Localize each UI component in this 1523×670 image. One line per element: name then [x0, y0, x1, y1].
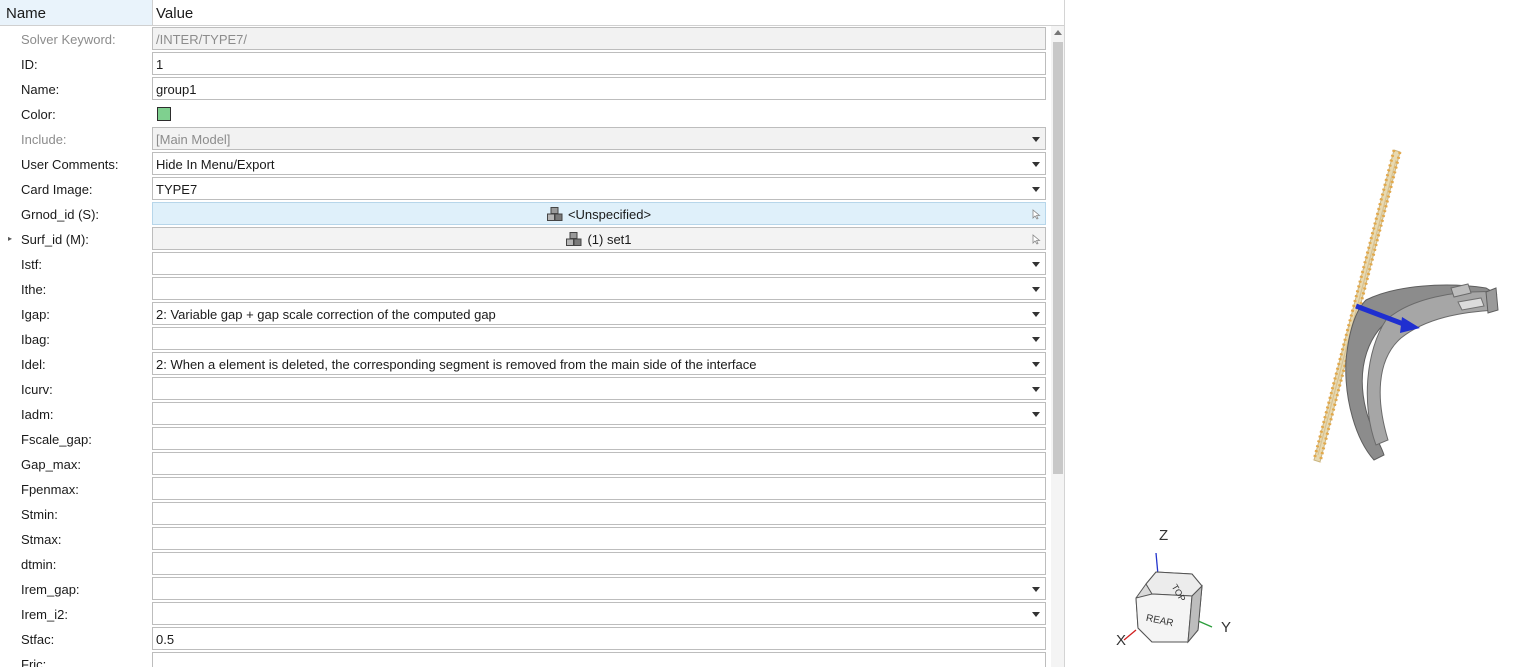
expand-arrow-icon[interactable]: ▸ [8, 234, 12, 243]
table-row: Name: group1 [0, 76, 1050, 101]
fric-field[interactable] [152, 652, 1046, 667]
istf-label: Istf: [21, 257, 42, 272]
table-row: Irem_i2: [0, 601, 1050, 626]
entity-set-icon [566, 232, 582, 249]
fpenmax-label: Fpenmax: [21, 482, 79, 497]
surf-id-value: (1) set1 [587, 232, 632, 247]
gap-max-label: Gap_max: [21, 457, 81, 472]
idel-dropdown[interactable]: 2: When a element is deleted, the corres… [152, 352, 1046, 375]
table-row: dtmin: [0, 551, 1050, 576]
grnod-id-label: Grnod_id (S): [21, 207, 100, 222]
select-cursor-icon [1032, 233, 1041, 248]
solver-keyword-field: /INTER/TYPE7/ [152, 27, 1046, 50]
dtmin-label: dtmin: [21, 557, 57, 572]
fpenmax-field[interactable] [152, 477, 1046, 500]
table-row: Iadm: [0, 401, 1050, 426]
gap-max-field[interactable] [152, 452, 1046, 475]
istf-dropdown[interactable] [152, 252, 1046, 275]
table-row: Igap: 2: Variable gap + gap scale correc… [0, 301, 1050, 326]
grnod-id-entity-selector[interactable]: <Unspecified> [152, 202, 1046, 225]
vertical-scrollbar[interactable] [1051, 26, 1064, 667]
irem-i2-dropdown[interactable] [152, 602, 1046, 625]
irem-i2-label: Irem_i2: [21, 607, 68, 622]
user-comments-label: User Comments: [21, 157, 119, 172]
view-cube[interactable]: TOP REAR [1123, 552, 1213, 644]
iadm-label: Iadm: [21, 407, 54, 422]
surf-id-entity-selector[interactable]: (1) set1 [152, 227, 1046, 250]
table-row: Fpenmax: [0, 476, 1050, 501]
table-row: ▸ Surf_id (M): (1) set1 [0, 226, 1050, 251]
scrollbar-thumb[interactable] [1053, 42, 1063, 474]
graphics-viewport[interactable]: TOP REAR Z Y X [1066, 0, 1523, 667]
id-field[interactable]: 1 [152, 52, 1046, 75]
card-image-dropdown[interactable]: TYPE7 [152, 177, 1046, 200]
idel-label: Idel: [21, 357, 46, 372]
table-row: Ibag: [0, 326, 1050, 351]
card-image-label: Card Image: [21, 182, 93, 197]
icurv-label: Icurv: [21, 382, 53, 397]
fscale-gap-field[interactable] [152, 427, 1046, 450]
ithe-label: Ithe: [21, 282, 47, 297]
table-row: Fric: [0, 651, 1050, 667]
igap-dropdown[interactable]: 2: Variable gap + gap scale correction o… [152, 302, 1046, 325]
name-column-header[interactable]: Name [0, 0, 153, 25]
dtmin-field[interactable] [152, 552, 1046, 575]
axis-y-label: Y [1221, 619, 1232, 636]
fric-label: Fric: [21, 657, 47, 667]
table-row: User Comments: Hide In Menu/Export [0, 151, 1050, 176]
iadm-dropdown[interactable] [152, 402, 1046, 425]
solver-keyword-label: Solver Keyword: [21, 32, 116, 47]
fscale-gap-label: Fscale_gap: [21, 432, 92, 447]
table-row: Ithe: [0, 276, 1050, 301]
model-view: TOP REAR [1123, 149, 1499, 644]
table-row: Fscale_gap: [0, 426, 1050, 451]
include-dropdown: [Main Model] [152, 127, 1046, 150]
property-table-panel: Name Value Solver Keyword: /INTER/TYPE7/… [0, 0, 1065, 667]
table-row: Gap_max: [0, 451, 1050, 476]
table-row: Include: [Main Model] [0, 126, 1050, 151]
axis-z-label: Z [1159, 527, 1169, 544]
user-comments-dropdown[interactable]: Hide In Menu/Export [152, 152, 1046, 175]
irem-gap-dropdown[interactable] [152, 577, 1046, 600]
table-row: Solver Keyword: /INTER/TYPE7/ [0, 26, 1050, 51]
ithe-dropdown[interactable] [152, 277, 1046, 300]
table-row: Card Image: TYPE7 [0, 176, 1050, 201]
ibag-label: Ibag: [21, 332, 50, 347]
color-label: Color: [21, 107, 56, 122]
table-row: Stfac: 0.5 [0, 626, 1050, 651]
scroll-up-arrow-icon[interactable] [1054, 30, 1062, 35]
include-label: Include: [21, 132, 67, 147]
stfac-field[interactable]: 0.5 [152, 627, 1046, 650]
id-label: ID: [21, 57, 38, 72]
table-row: Irem_gap: [0, 576, 1050, 601]
stfac-label: Stfac: [21, 632, 55, 647]
stmin-label: Stmin: [21, 507, 58, 522]
stmin-field[interactable] [152, 502, 1046, 525]
table-row: Color: [0, 101, 1050, 126]
table-header: Name Value [0, 0, 1064, 26]
name-label: Name: [21, 82, 60, 97]
name-field[interactable]: group1 [152, 77, 1046, 100]
igap-label: Igap: [21, 307, 50, 322]
axis-x-label: X [1116, 632, 1127, 649]
table-row: Icurv: [0, 376, 1050, 401]
icurv-dropdown[interactable] [152, 377, 1046, 400]
select-cursor-icon [1032, 208, 1041, 223]
surf-id-label: Surf_id (M): [21, 232, 89, 247]
table-row: Stmax: [0, 526, 1050, 551]
stmax-field[interactable] [152, 527, 1046, 550]
ibag-dropdown[interactable] [152, 327, 1046, 350]
entity-set-icon [546, 207, 563, 224]
irem-gap-label: Irem_gap: [21, 582, 80, 597]
table-row: Stmin: [0, 501, 1050, 526]
color-swatch[interactable] [157, 107, 171, 121]
table-row: ID: 1 [0, 51, 1050, 76]
value-column-header[interactable]: Value [156, 5, 193, 22]
grnod-id-value: <Unspecified> [567, 207, 652, 222]
table-row: Idel: 2: When a element is deleted, the … [0, 351, 1050, 376]
stmax-label: Stmax: [21, 532, 62, 547]
table-row: Istf: [0, 251, 1050, 276]
table-row: Grnod_id (S): <Unspecified> [0, 201, 1050, 226]
